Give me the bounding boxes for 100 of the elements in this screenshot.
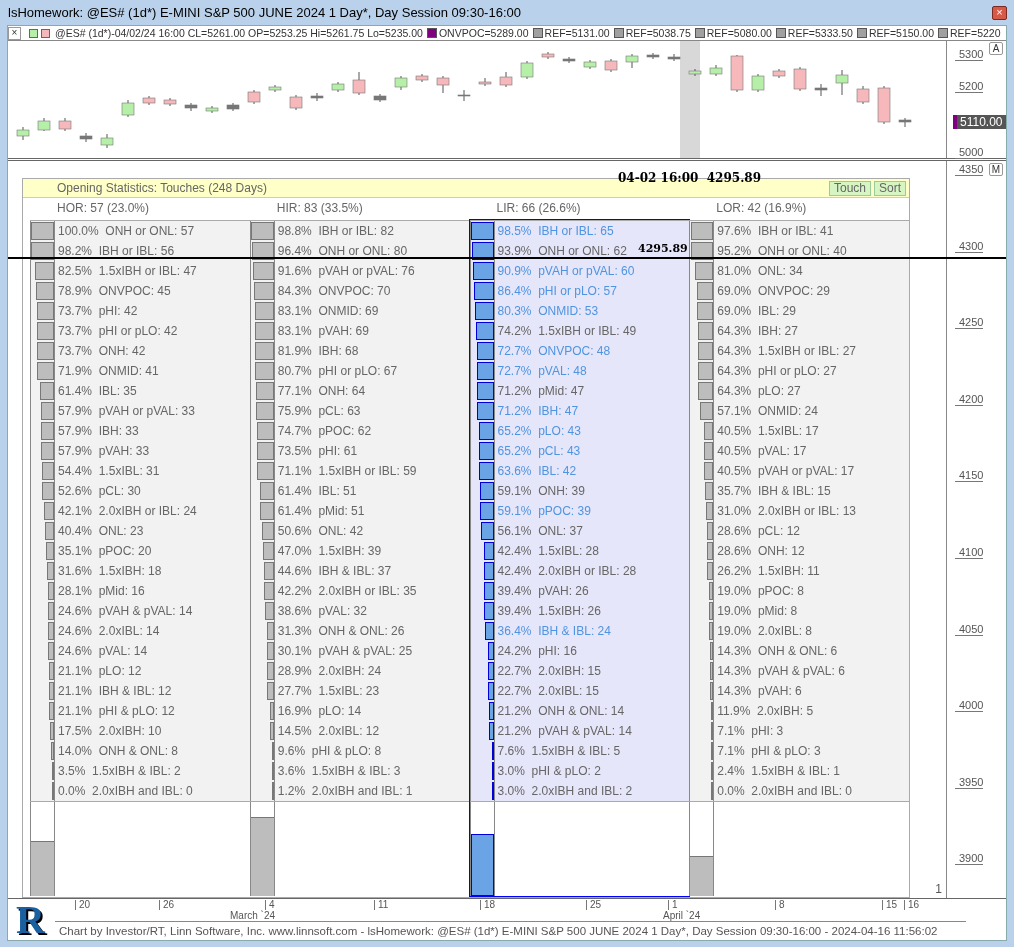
statistic-text: 24.6% 2.0xIBL: 14 [57,623,160,640]
statistic-text: 28.1% pMid: 16 [57,583,145,600]
price-tick-label: 4350 [955,163,984,176]
panel-button[interactable]: Touch [828,180,871,196]
statistic-text: 22.7% 2.0xIBH: 15 [496,663,601,680]
stats-column[interactable] [29,219,251,897]
statistic-text: 72.7% ONVPOC: 48 [496,343,611,360]
statistic-text: 35.7% IBH & IBL: 15 [716,483,831,500]
statistic-text: 59.1% ONH: 39 [496,483,585,500]
statistic-text: 28.6% pCL: 12 [716,523,800,540]
statistic-text: 40.4% ONL: 23 [57,523,144,540]
statistic-text: 39.4% 1.5xIBH: 26 [496,603,601,620]
statistic-text: 14.0% ONH & ONL: 8 [57,743,179,760]
statistic-text: 63.6% IBL: 42 [496,463,577,480]
statistic-text: 90.9% pVAH or pVAL: 60 [496,263,635,280]
crosshair-value: 4295.89 [638,242,688,256]
statistic-text: 47.0% 1.5xIBH: 39 [276,543,382,560]
statistic-text: 27.7% 1.5xIBL: 23 [276,683,380,700]
statistic-text: 100.0% ONH or ONL: 57 [57,223,195,240]
price-tag: 5110.00 [953,115,1006,129]
statistic-text: 39.4% pVAH: 26 [496,583,589,600]
statistic-text: 73.7% ONH: 42 [57,343,146,360]
statistic-text: 16.9% pLO: 14 [276,703,362,720]
candlestick [730,54,744,93]
price-tick-label: 4050 [955,622,984,636]
statistic-text: 91.6% pVAH or pVAL: 76 [276,263,415,280]
statistic-text: 64.3% pLO: 27 [716,383,801,400]
statistic-text: 3.0% pHI & pLO: 2 [496,763,601,780]
statistic-text: 64.3% pHI or pLO: 27 [716,363,837,380]
statistic-text: 9.6% pHI & pLO: 8 [276,743,382,760]
column-header: LOR: 42 (16.9%) [715,200,808,217]
statistic-text: 21.2% pVAH & pVAL: 14 [496,723,632,740]
statistic-text: 40.5% pVAH or pVAL: 17 [716,463,855,480]
statistic-text: 42.4% 1.5xIBL: 28 [496,543,599,560]
candlestick [793,66,807,92]
legend-item: REF=5220 [950,27,1001,39]
candlestick [184,102,198,112]
price-tick-label: 4300 [955,239,984,253]
candlestick [835,69,849,96]
stats-column[interactable] [248,219,471,897]
statistic-text: 21.1% pHI & pLO: 12 [57,703,175,720]
column-header: HIR: 83 (33.5%) [275,200,364,217]
crosshair-readout: 04-02 16:00 4295.89 [618,171,761,185]
month-label: April `24 [663,910,701,921]
candlestick [331,81,345,93]
scale-button[interactable]: M [989,163,1003,176]
close-button[interactable]: × [992,5,1007,20]
candlestick [646,52,660,60]
legend-item: REF=5131.00 [544,27,610,39]
statistic-text: 19.0% 2.0xIBL: 8 [716,623,812,640]
stats-column[interactable] [688,219,910,897]
statistic-text: 54.4% 1.5xIBL: 31 [57,463,160,480]
legend-close-button[interactable]: × [8,26,21,40]
candlestick [352,71,366,96]
panel-button[interactable]: Sort [874,180,906,196]
candlestick [373,93,387,103]
statistic-text: 57.9% pVAH or pVAL: 33 [57,403,195,420]
candlestick [877,85,891,125]
stats-column[interactable] [468,219,691,897]
price-tick-label: 5000 [955,146,984,159]
statistic-text: 61.4% pMid: 51 [276,503,365,520]
month-label: March `24 [230,910,275,921]
statistic-text: 80.3% ONMID: 53 [496,303,599,320]
statistic-text: 74.2% 1.5xIBH or IBL: 49 [496,323,637,340]
statistic-text: 65.2% pLO: 43 [496,423,581,440]
panel-title: Opening Statistics: Touches (248 Days) [56,181,268,195]
candlestick [541,51,555,60]
statistic-text: 21.2% ONH & ONL: 14 [496,703,625,720]
statistic-text: 77.1% ONH: 64 [276,383,366,400]
statistic-text: 3.0% 2.0xIBH and IBL: 2 [496,783,633,800]
date-label: 4 [265,900,275,910]
statistic-text: 61.4% IBL: 51 [276,483,357,500]
candlestick [604,58,618,73]
statistic-text: 19.0% pPOC: 8 [716,583,804,600]
legend-item: ONVPOC=5289.00 [438,27,529,39]
statistic-text: 14.3% ONH & ONL: 6 [716,643,838,660]
scale-button[interactable]: A [989,42,1003,55]
candlestick [37,117,51,132]
statistic-text: 65.2% pCL: 43 [496,443,581,460]
statistic-text: 26.2% 1.5xIBH: 11 [716,563,820,580]
statistic-text: 14.3% pVAH: 6 [716,683,802,700]
pane-number: 1 [935,882,942,896]
candlestick [709,64,723,77]
logo: R [16,901,45,939]
candlestick [226,102,240,112]
price-tick-label: 4200 [955,392,984,406]
statistic-text: 50.6% ONL: 42 [276,523,364,540]
statistic-text: 7.6% 1.5xIBH & IBL: 5 [496,743,621,760]
statistic-text: 98.8% IBH or IBL: 82 [276,223,394,240]
legend-item: REF=5080.00 [706,27,772,39]
statistic-text: 98.2% IBH or IBL: 56 [57,243,175,260]
candlestick [583,59,597,70]
bar-info-text: @ES# (1d*)-04/02/24 16:00 CL=5261.00 OP=5253.25 Hi=5261.75 Lo=5235.00 [55,27,423,39]
candlestick [898,117,912,128]
statistic-text: 73.7% pHI or pLO: 42 [57,323,178,340]
price-tick-label: 4150 [955,469,984,483]
statistic-text: 17.5% 2.0xIBH: 10 [57,723,162,740]
candlestick [772,68,786,79]
statistic-text: 96.4% ONH or ONL: 80 [276,243,408,260]
column-header: HOR: 57 (23.0%) [56,200,151,217]
